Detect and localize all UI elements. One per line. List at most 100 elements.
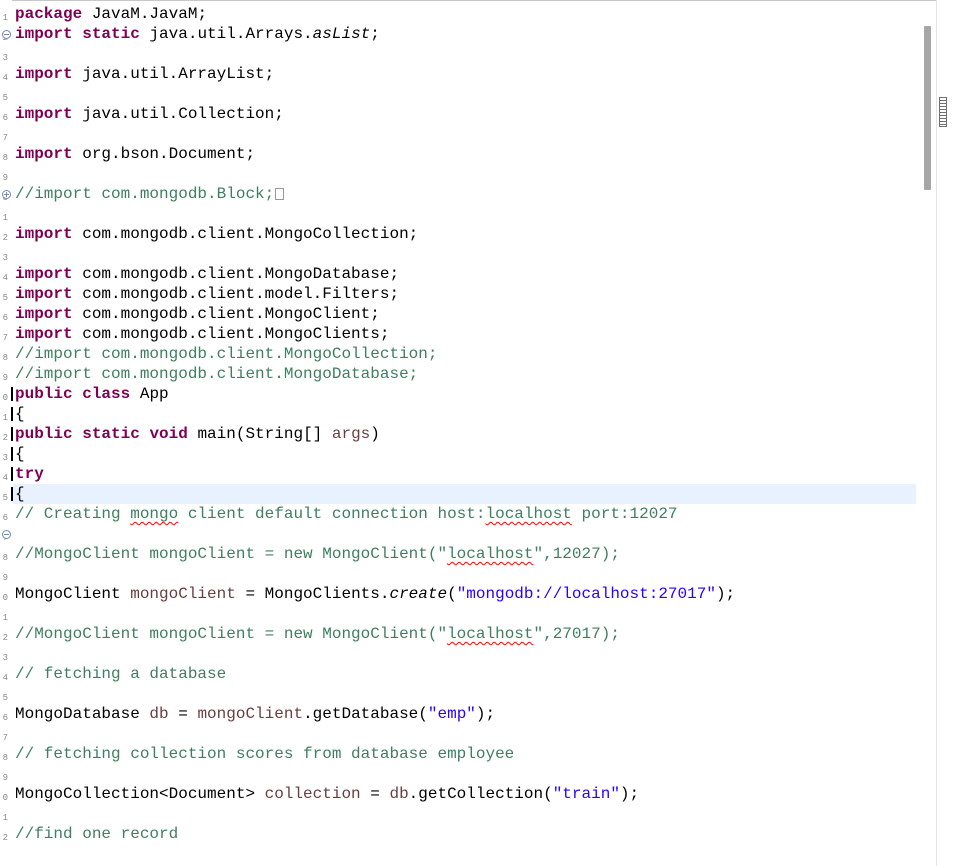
line-number: 5 (2, 293, 8, 303)
gutter-change-marker (11, 387, 13, 401)
code-line[interactable]: // fetching a database (15, 664, 226, 684)
code-line[interactable]: //import com.mongodb.Block; (15, 184, 285, 204)
line-number: 5 (2, 693, 8, 703)
minus-circle-icon[interactable]: − (2, 530, 11, 539)
code-token: java.util.ArrayList; (72, 65, 275, 83)
code-line[interactable]: // Creating mongo client default connect… (15, 504, 678, 524)
plus-circle-icon[interactable]: + (2, 190, 11, 199)
code-token: import (15, 225, 73, 243)
code-token: localhost (447, 545, 534, 563)
line-number-gutter[interactable]: 12−34567890+12345678901234567−8901234567… (0, 0, 13, 866)
line-number: 9 (2, 573, 8, 583)
code-line[interactable]: import com.mongodb.client.MongoCollectio… (15, 224, 418, 244)
code-token: import (15, 305, 73, 323)
line-number: 4 (2, 73, 8, 83)
overview-ruler-marker[interactable] (939, 97, 947, 127)
line-number: 2 (2, 833, 8, 843)
code-line[interactable]: //import com.mongodb.client.MongoDatabas… (15, 364, 418, 384)
code-token: ); (715, 585, 736, 603)
code-token: //MongoClient mongoClient = new MongoCli… (15, 625, 448, 643)
code-line[interactable]: package JavaM.JavaM; (15, 4, 207, 24)
code-token: args (331, 425, 371, 443)
code-token: com.mongodb.client.MongoClients; (72, 325, 390, 343)
code-line[interactable]: import com.mongodb.client.MongoClient; (15, 304, 380, 324)
line-number: 6 (2, 313, 8, 323)
code-line[interactable]: import com.mongodb.client.model.Filters; (15, 284, 399, 304)
code-token: { (15, 485, 25, 503)
code-token: static (82, 425, 140, 443)
code-token: try (15, 465, 44, 483)
code-line[interactable]: MongoDatabase db = mongoClient.getDataba… (15, 704, 495, 724)
code-token: ",12027); (533, 545, 620, 563)
code-line[interactable]: import com.mongodb.client.MongoDatabase; (15, 264, 399, 284)
line-number: 3 (2, 53, 8, 63)
code-token: "mongodb://localhost:27017" (456, 585, 716, 603)
line-number: 1 (2, 613, 8, 623)
code-token: client default connection host: (178, 505, 486, 523)
line-number: 0 (2, 793, 8, 803)
code-token: //import com.mongodb.client.MongoDatabas… (15, 365, 419, 383)
code-token: main(String[] (187, 425, 332, 443)
code-line[interactable]: import com.mongodb.client.MongoClients; (15, 324, 389, 344)
code-line[interactable]: import java.util.ArrayList; (15, 64, 274, 84)
code-token: import (15, 265, 73, 283)
code-line[interactable]: import org.bson.Document; (15, 144, 255, 164)
code-token: = MongoClients. (235, 585, 390, 603)
code-line[interactable]: public static void main(String[] args) (15, 424, 380, 444)
code-token: MongoClient (15, 585, 131, 603)
code-line[interactable]: MongoClient mongoClient = MongoClients.c… (15, 584, 735, 604)
code-line[interactable]: import static java.util.Arrays.asList; (15, 24, 380, 44)
code-token: com.mongodb.client.MongoCollection; (72, 225, 419, 243)
line-number: 3 (2, 453, 8, 463)
code-token: public (15, 385, 73, 403)
code-token: App (130, 385, 169, 403)
code-token: localhost (447, 625, 534, 643)
code-line[interactable]: { (15, 404, 25, 424)
code-token: com.mongodb.client.MongoDatabase; (72, 265, 400, 283)
gutter-change-marker (11, 467, 13, 481)
line-number: 9 (2, 373, 8, 383)
code-token: // fetching a database (15, 665, 227, 683)
line-number: 2 (2, 233, 8, 243)
code-token: ; (370, 25, 380, 43)
code-token: java.util.Arrays. (139, 25, 313, 43)
code-line[interactable]: try (15, 464, 44, 484)
code-editor[interactable]: 12−34567890+12345678901234567−8901234567… (0, 0, 958, 866)
code-line[interactable]: //MongoClient mongoClient = new MongoCli… (15, 624, 620, 644)
code-line[interactable]: //MongoClient mongoClient = new MongoCli… (15, 544, 620, 564)
collapsed-block-icon[interactable] (275, 187, 285, 200)
code-line[interactable]: MongoCollection<Document> collection = d… (15, 784, 639, 804)
line-number: 1 (2, 213, 8, 223)
code-token: import (15, 285, 73, 303)
line-number: 3 (2, 653, 8, 663)
code-line[interactable]: //import com.mongodb.client.MongoCollect… (15, 344, 437, 364)
line-number: 9 (2, 773, 8, 783)
code-token: public (15, 425, 73, 443)
line-number: 9 (2, 173, 8, 183)
code-line[interactable]: import java.util.Collection; (15, 104, 284, 124)
scrollbar-thumb[interactable] (924, 26, 931, 190)
code-token: import (15, 25, 73, 43)
code-token: db (149, 705, 169, 723)
code-line[interactable]: //find one record (15, 824, 178, 844)
line-number: 6 (2, 113, 8, 123)
code-token: localhost (485, 505, 572, 523)
code-line[interactable]: { (15, 444, 25, 464)
code-token: // fetching collection scores from datab… (15, 745, 515, 763)
line-number: 6 (2, 713, 8, 723)
minus-circle-icon[interactable]: − (2, 30, 11, 39)
overview-ruler[interactable] (936, 0, 958, 866)
code-token: collection (264, 785, 361, 803)
code-token: .getDatabase( (303, 705, 428, 723)
line-number: 7 (2, 133, 8, 143)
code-line[interactable]: public class App (15, 384, 169, 404)
line-number: 2 (2, 633, 8, 643)
code-line[interactable]: { (15, 484, 25, 504)
line-number: 8 (2, 353, 8, 363)
code-line[interactable]: // fetching collection scores from datab… (15, 744, 514, 764)
code-token: mongoClient (130, 585, 236, 603)
code-token: com.mongodb.client.model.Filters; (72, 285, 400, 303)
